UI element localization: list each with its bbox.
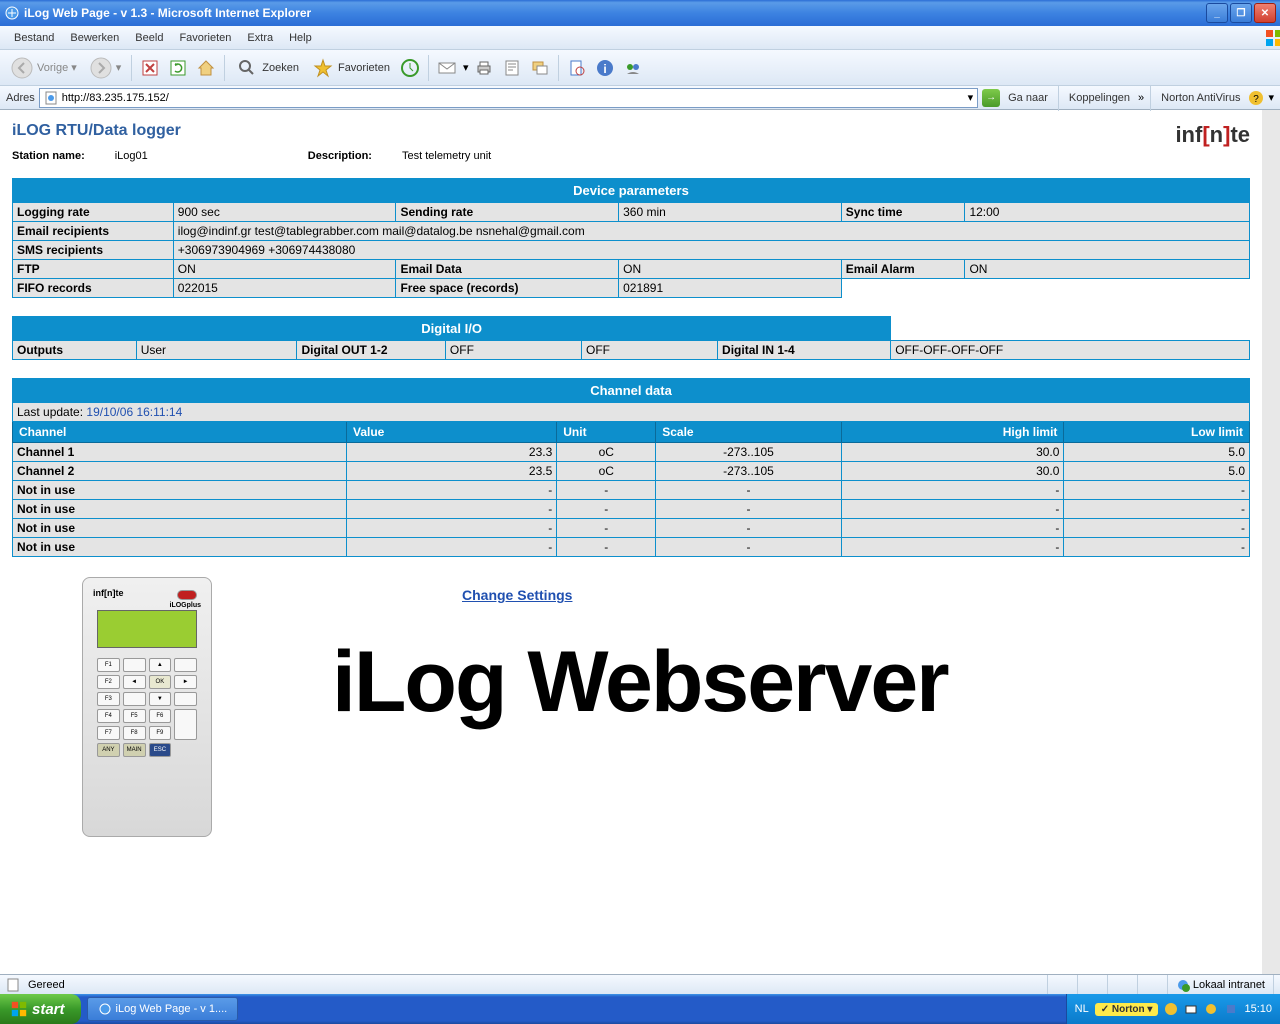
desc-value: Test telemetry unit bbox=[402, 150, 491, 162]
lang-indicator[interactable]: NL bbox=[1075, 1003, 1089, 1015]
links-label[interactable]: Koppelingen bbox=[1065, 92, 1134, 104]
print-icon[interactable] bbox=[472, 56, 496, 80]
edit-icon[interactable] bbox=[500, 56, 524, 80]
address-bar: Adres ▾ → Ga naar Koppelingen » Norton A… bbox=[0, 86, 1280, 110]
windows-logo-icon bbox=[1256, 28, 1276, 48]
taskbar: start iLog Web Page - v 1.... NL ✓ Norto… bbox=[0, 994, 1280, 1024]
desc-label: Description: bbox=[308, 150, 372, 162]
research-icon[interactable] bbox=[565, 56, 589, 80]
digital-section-header: Digital I/O bbox=[13, 317, 891, 341]
station-label: Station name: bbox=[12, 150, 85, 162]
table-row: Not in use----- bbox=[13, 538, 1250, 557]
station-value: iLog01 bbox=[115, 150, 148, 162]
go-button[interactable]: → bbox=[982, 89, 1000, 107]
channel-data-table: Channel data Last update: 19/10/06 16:11… bbox=[12, 378, 1250, 557]
address-input[interactable] bbox=[62, 92, 964, 104]
norton-icon[interactable]: ? bbox=[1248, 90, 1264, 106]
discuss-icon[interactable] bbox=[528, 56, 552, 80]
svg-text:i: i bbox=[604, 62, 607, 76]
channel-section-header: Channel data bbox=[13, 379, 1250, 403]
table-row: Not in use----- bbox=[13, 481, 1250, 500]
minimize-button[interactable]: _ bbox=[1206, 3, 1228, 23]
norton-tray[interactable]: ✓ Norton ▾ bbox=[1095, 1003, 1159, 1016]
big-title: iLog Webserver bbox=[332, 633, 1250, 732]
tray-icon[interactable] bbox=[1164, 1002, 1178, 1016]
clock[interactable]: 15:10 bbox=[1244, 1003, 1272, 1015]
star-icon bbox=[311, 56, 335, 80]
menu-favorieten[interactable]: Favorieten bbox=[171, 32, 239, 44]
norton-label[interactable]: Norton AntiVirus bbox=[1157, 92, 1244, 104]
close-button[interactable]: ✕ bbox=[1254, 3, 1276, 23]
menu-bewerken[interactable]: Bewerken bbox=[62, 32, 127, 44]
system-tray: NL ✓ Norton ▾ 15:10 bbox=[1066, 994, 1280, 1024]
page-icon bbox=[44, 91, 58, 105]
status-text: Gereed bbox=[20, 975, 1048, 994]
start-button[interactable]: start bbox=[0, 994, 81, 1024]
forward-button[interactable]: ▾ bbox=[85, 54, 126, 82]
menu-bestand[interactable]: Bestand bbox=[6, 32, 62, 44]
ie-page-icon bbox=[6, 978, 20, 992]
stop-icon[interactable] bbox=[138, 56, 162, 80]
back-button[interactable]: Vorige ▾ bbox=[6, 54, 81, 82]
device-image: inf[n]te iLOGplus F1▲ F2◄OK► F3▼ F4F5F6 … bbox=[82, 577, 212, 837]
menu-bar: Bestand Bewerken Beeld Favorieten Extra … bbox=[0, 26, 1280, 50]
refresh-icon[interactable] bbox=[166, 56, 190, 80]
digital-io-table: Digital I/O OutputsUser Digital OUT 1-2O… bbox=[12, 316, 1250, 360]
search-button[interactable]: Zoeken bbox=[231, 54, 303, 82]
status-bar: Gereed Lokaal intranet bbox=[0, 974, 1280, 994]
mail-icon[interactable] bbox=[435, 56, 459, 80]
window-title: iLog Web Page - v 1.3 - Microsoft Intern… bbox=[24, 6, 1204, 20]
address-label: Adres bbox=[6, 92, 35, 104]
tray-icon[interactable] bbox=[1204, 1002, 1218, 1016]
back-icon bbox=[10, 56, 34, 80]
messenger-icon[interactable] bbox=[621, 56, 645, 80]
device-params-table: Device parameters Logging rate900 sec Se… bbox=[12, 178, 1250, 298]
toolbar: Vorige ▾ ▾ Zoeken Favorieten ▾ i bbox=[0, 50, 1280, 86]
address-input-wrapper: ▾ bbox=[39, 88, 978, 108]
menu-help[interactable]: Help bbox=[281, 32, 320, 44]
taskbar-item[interactable]: iLog Web Page - v 1.... bbox=[87, 997, 239, 1021]
info-icon[interactable]: i bbox=[593, 56, 617, 80]
tray-icon[interactable] bbox=[1184, 1002, 1198, 1016]
restore-button[interactable]: ❐ bbox=[1230, 3, 1252, 23]
page-title: iLOG RTU/Data logger bbox=[12, 122, 491, 140]
infinite-logo: inf[n]te bbox=[1175, 122, 1250, 148]
table-row: Channel 223.5oC-273..10530.05.0 bbox=[13, 462, 1250, 481]
forward-icon bbox=[89, 56, 113, 80]
content-viewport: iLOG RTU/Data logger Station name: iLog01… bbox=[0, 110, 1280, 1009]
go-label: Ga naar bbox=[1004, 92, 1052, 104]
tray-icon[interactable] bbox=[1224, 1002, 1238, 1016]
home-icon[interactable] bbox=[194, 56, 218, 80]
device-section-header: Device parameters bbox=[13, 179, 1250, 203]
window-titlebar: iLog Web Page - v 1.3 - Microsoft Intern… bbox=[0, 0, 1280, 26]
menu-beeld[interactable]: Beeld bbox=[127, 32, 171, 44]
zone-indicator: Lokaal intranet bbox=[1168, 975, 1274, 994]
table-row: Not in use----- bbox=[13, 500, 1250, 519]
change-settings-link[interactable]: Change Settings bbox=[462, 587, 572, 603]
menu-extra[interactable]: Extra bbox=[239, 32, 281, 44]
svg-text:?: ? bbox=[1254, 94, 1260, 105]
table-row: Channel 123.3oC-273..10530.05.0 bbox=[13, 443, 1250, 462]
table-row: Not in use----- bbox=[13, 519, 1250, 538]
history-icon[interactable] bbox=[398, 56, 422, 80]
favorites-button[interactable]: Favorieten bbox=[307, 54, 394, 82]
search-icon bbox=[235, 56, 259, 80]
ie-icon bbox=[4, 5, 20, 21]
dropdown-icon[interactable]: ▾ bbox=[968, 91, 974, 104]
